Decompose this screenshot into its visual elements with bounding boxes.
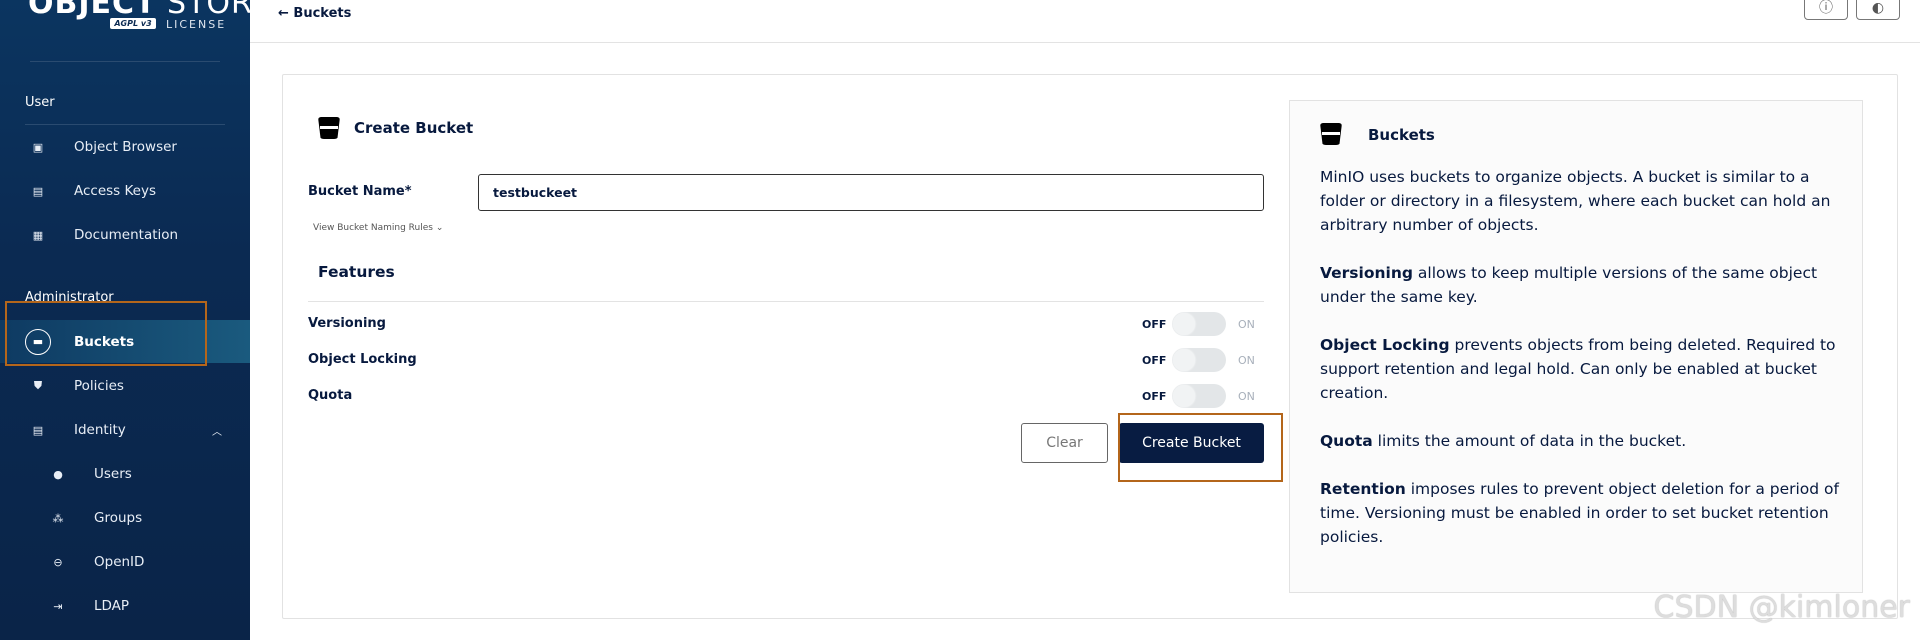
object-locking-toggle[interactable] — [1172, 348, 1226, 372]
top-bar: ← Buckets ⓘ ◐ — [250, 0, 1920, 43]
info-retention: Retention imposes rules to prevent objec… — [1320, 480, 1839, 546]
ldap-icon: ⇥ — [53, 599, 63, 613]
bucket-icon — [318, 117, 340, 139]
versioning-label: Versioning — [308, 316, 386, 331]
off-label: OFF — [1142, 318, 1167, 331]
divider — [308, 301, 1264, 302]
chevron-down-icon: ⌄ — [435, 223, 444, 233]
watermark: CSDN @kimloner — [1653, 590, 1911, 625]
on-label: ON — [1238, 318, 1255, 331]
clear-button[interactable]: Clear — [1021, 423, 1108, 463]
license-label: LICENSE — [166, 18, 227, 31]
back-link[interactable]: ← Buckets — [278, 6, 351, 22]
sidebar-item-groups[interactable]: ⁂ Groups — [0, 498, 250, 538]
chevron-up-icon[interactable]: ︿ — [212, 423, 222, 438]
object-browser-icon: ▣ — [32, 140, 44, 154]
highlight-box — [5, 301, 207, 366]
form-title: Create Bucket — [354, 119, 474, 137]
divider — [25, 124, 225, 125]
info-icon: ⓘ — [1819, 0, 1833, 16]
features-title: Features — [318, 263, 395, 281]
sidebar-item-users[interactable]: ● Users — [0, 454, 250, 494]
sidebar-item-documentation[interactable]: ▦ Documentation — [0, 215, 250, 255]
bucket-name-input[interactable] — [478, 174, 1264, 211]
sidebar-item-policies[interactable]: ⛊ Policies — [0, 366, 250, 406]
sidebar-item-ldap[interactable]: ⇥ LDAP — [0, 586, 250, 626]
sidebar-item-openid[interactable]: ⊖ OpenID — [0, 542, 250, 582]
info-intro: MinIO uses buckets to organize objects. … — [1320, 168, 1831, 234]
documentation-icon: ▦ — [32, 228, 44, 242]
versioning-toggle[interactable] — [1172, 312, 1226, 336]
identity-icon: ▤ — [32, 423, 44, 437]
info-versioning: Versioning allows to keep multiple versi… — [1320, 264, 1818, 306]
on-label: ON — [1238, 354, 1255, 367]
openid-icon: ⊖ — [53, 555, 63, 569]
off-label: OFF — [1142, 354, 1167, 367]
highlight-box — [1118, 413, 1283, 482]
arrow-left-icon: ← — [278, 6, 294, 21]
groups-icon: ⁂ — [52, 511, 64, 525]
info-panel: Buckets MinIO uses buckets to organize o… — [1289, 100, 1863, 593]
naming-rules-link[interactable]: View Bucket Naming Rules ⌄ — [313, 223, 443, 233]
sidebar: OBJECT STORE AGPL v3 LICENSE User ▣ Objec… — [0, 0, 272, 640]
divider — [30, 61, 220, 62]
sidebar-item-identity[interactable]: ▤ Identity ︿ — [0, 410, 250, 450]
info-object-locking: Object Locking prevents objects from bei… — [1320, 336, 1836, 402]
access-keys-icon: ▤ — [32, 184, 44, 198]
info-title: Buckets — [1368, 126, 1435, 144]
theme-toggle-button[interactable]: ◐ — [1856, 0, 1900, 20]
quota-toggle[interactable] — [1172, 384, 1226, 408]
user-icon: ● — [53, 467, 63, 481]
info-quota: Quota limits the amount of data in the b… — [1320, 432, 1687, 450]
info-button[interactable]: ⓘ — [1804, 0, 1848, 20]
back-label: Buckets — [293, 6, 352, 21]
section-user: User — [25, 95, 55, 110]
object-locking-label: Object Locking — [308, 352, 417, 367]
theme-toggle-icon: ◐ — [1871, 0, 1885, 16]
bucket-name-label: Bucket Name* — [308, 184, 412, 199]
on-label: ON — [1238, 390, 1255, 403]
agpl-badge: AGPL v3 — [110, 18, 156, 29]
sidebar-item-object-browser[interactable]: ▣ Object Browser — [0, 127, 250, 167]
shield-icon: ⛊ — [33, 379, 43, 392]
quota-label: Quota — [308, 388, 353, 403]
bucket-icon — [1320, 123, 1342, 145]
off-label: OFF — [1142, 390, 1167, 403]
sidebar-item-access-keys[interactable]: ▤ Access Keys — [0, 171, 250, 211]
